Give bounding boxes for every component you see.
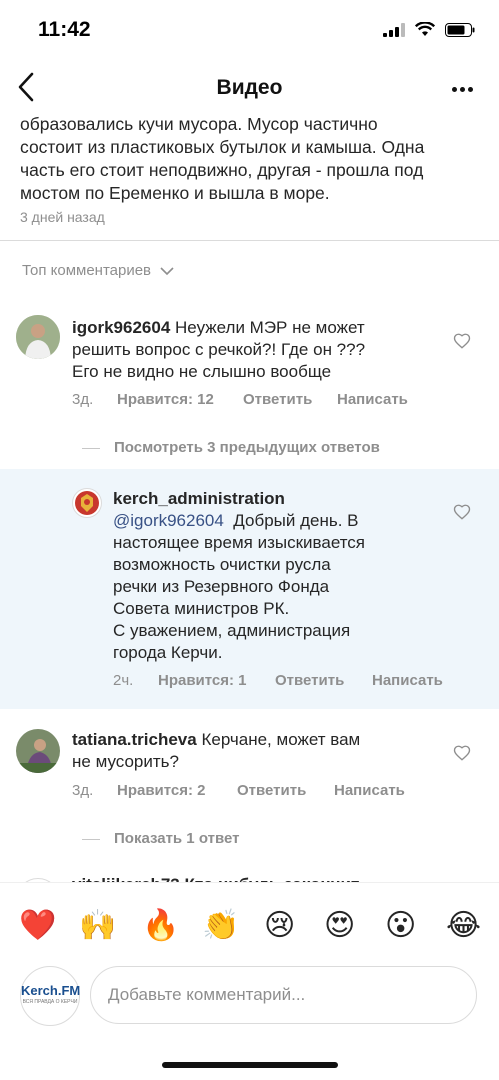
raised-hands-emoji[interactable]: 🙌 — [79, 908, 116, 944]
user-photo-icon — [16, 729, 60, 773]
heart-eyes-emoji[interactable]: 😍 — [324, 908, 355, 944]
reply-line: Совета министров РК. — [113, 599, 290, 618]
reply-line: настоящее время изыскивается — [113, 533, 366, 552]
avatar-logo-text: Kerch.FM — [21, 983, 81, 998]
comment-time: 3д. — [72, 391, 94, 408]
caption-line: мостом по Еременко и вышла в море. — [20, 183, 330, 203]
likes-count[interactable]: Нравится: 1 — [158, 672, 275, 689]
page-title: Видео — [216, 76, 283, 99]
heart-emoji[interactable]: ❤️ — [19, 908, 56, 944]
cellular-signal-icon — [383, 22, 405, 37]
post-caption: образовались кучи мусора. Мусор частично… — [20, 113, 480, 205]
user-photo-icon — [16, 315, 60, 359]
more-dot-icon — [451, 86, 457, 92]
likes-count[interactable]: Нравится: 12 — [117, 391, 243, 408]
reply-line: С уважением, администрация — [113, 621, 351, 640]
likes-count[interactable]: Нравится: 2 — [117, 782, 237, 799]
sort-dropdown[interactable]: Топ комментариев — [22, 262, 175, 279]
sort-label: Топ комментариев — [22, 262, 152, 279]
chevron-down-icon — [160, 266, 174, 275]
avatar-logo-subtext: ВСЯ ПРАВДА О КЕРЧИ — [22, 999, 78, 1005]
comment-username[interactable]: tatiana.tricheva — [72, 730, 197, 749]
current-user-avatar: Kerch.FM ВСЯ ПРАВДА О КЕРЧИ — [20, 966, 80, 1026]
home-indicator[interactable] — [162, 1062, 338, 1068]
thread-line — [82, 448, 100, 449]
reply-line: города Керчи. — [113, 643, 223, 662]
battery-icon — [445, 22, 475, 37]
coat-of-arms-icon — [75, 491, 99, 515]
status-time: 11:42 — [38, 18, 91, 41]
caption-line: часть его стоит неподвижно, другая - про… — [20, 160, 424, 180]
show-replies[interactable]: Показать 1 ответ — [114, 830, 239, 847]
avatar[interactable] — [16, 729, 60, 773]
reply-time: 2ч. — [113, 672, 134, 689]
thread-line — [82, 839, 100, 840]
like-heart-icon[interactable] — [453, 332, 471, 350]
comment-line: Его не видно не слышно вообще — [72, 362, 332, 381]
reply-button[interactable]: Ответить — [275, 672, 372, 689]
caption-line: состоит из пластиковых бутылок и камыша.… — [20, 137, 425, 157]
reply-meta: 2ч. Нравится: 1 Ответить Написать — [113, 672, 443, 689]
reply-button[interactable]: Ответить — [237, 782, 334, 799]
like-heart-icon[interactable] — [453, 503, 471, 521]
comment-line: Керчане, может вам — [201, 730, 361, 749]
message-button[interactable]: Написать — [372, 672, 443, 689]
status-bar: 11:42 — [0, 0, 499, 60]
message-button[interactable]: Написать — [337, 391, 408, 408]
reply-mention[interactable]: @igork962604 — [113, 511, 224, 530]
like-heart-icon[interactable] — [453, 744, 471, 762]
reply-username[interactable]: kerch_administration — [113, 488, 433, 510]
clapping-hands-emoji[interactable]: 👏 — [202, 908, 239, 944]
more-options-button[interactable] — [447, 74, 477, 104]
divider — [0, 240, 499, 241]
comment-input[interactable]: Добавьте комментарий... — [90, 966, 477, 1024]
nav-header: Видео — [0, 60, 499, 116]
message-button[interactable]: Написать — [334, 782, 405, 799]
caption-timestamp: 3 дней назад — [20, 209, 105, 225]
caption-line: образовались кучи мусора. Мусор частично — [20, 114, 378, 134]
comment-body: tatiana.tricheva Керчане, может вам не м… — [72, 729, 442, 773]
crying-face-emoji[interactable]: 😢 — [264, 908, 295, 944]
comment-line: не мусорить? — [72, 752, 179, 771]
avatar[interactable] — [72, 488, 102, 518]
wifi-icon — [415, 22, 435, 36]
avatar[interactable] — [16, 315, 60, 359]
comment-line: Неужели МЭР не может — [175, 318, 365, 337]
tears-of-joy-emoji[interactable]: 😂 — [446, 908, 481, 944]
comment-meta: 3д. Нравится: 2 Ответить Написать — [72, 782, 405, 799]
more-dot-icon — [467, 86, 473, 92]
comment-body: igork962604 Неужели МЭР не может решить … — [72, 317, 442, 383]
reply-button[interactable]: Ответить — [243, 391, 337, 408]
view-previous-replies[interactable]: Посмотреть 3 предыдущих ответов — [114, 439, 380, 456]
emoji-reaction-bar: ❤️ 🙌 🔥 👏 😢 😍 😮 😂 — [0, 882, 499, 972]
reply-line: возможность очистки русла — [113, 555, 331, 574]
surprised-face-emoji[interactable]: 😮 — [385, 908, 416, 944]
comment-line: решить вопрос с речкой?! Где он ??? — [72, 340, 366, 359]
reply-line: речки из Резервного Фонда — [113, 577, 330, 596]
more-dot-icon — [459, 86, 465, 92]
comment-meta: 3д. Нравится: 12 Ответить Написать — [72, 391, 408, 408]
comment-username[interactable]: igork962604 — [72, 318, 170, 337]
status-icons — [383, 22, 475, 37]
reply-line: Добрый день. В — [233, 511, 359, 530]
fire-emoji[interactable]: 🔥 — [142, 908, 179, 944]
reply-body: kerch_administration @igork962604 Добрый… — [113, 488, 433, 664]
comment-time: 3д. — [72, 782, 94, 799]
